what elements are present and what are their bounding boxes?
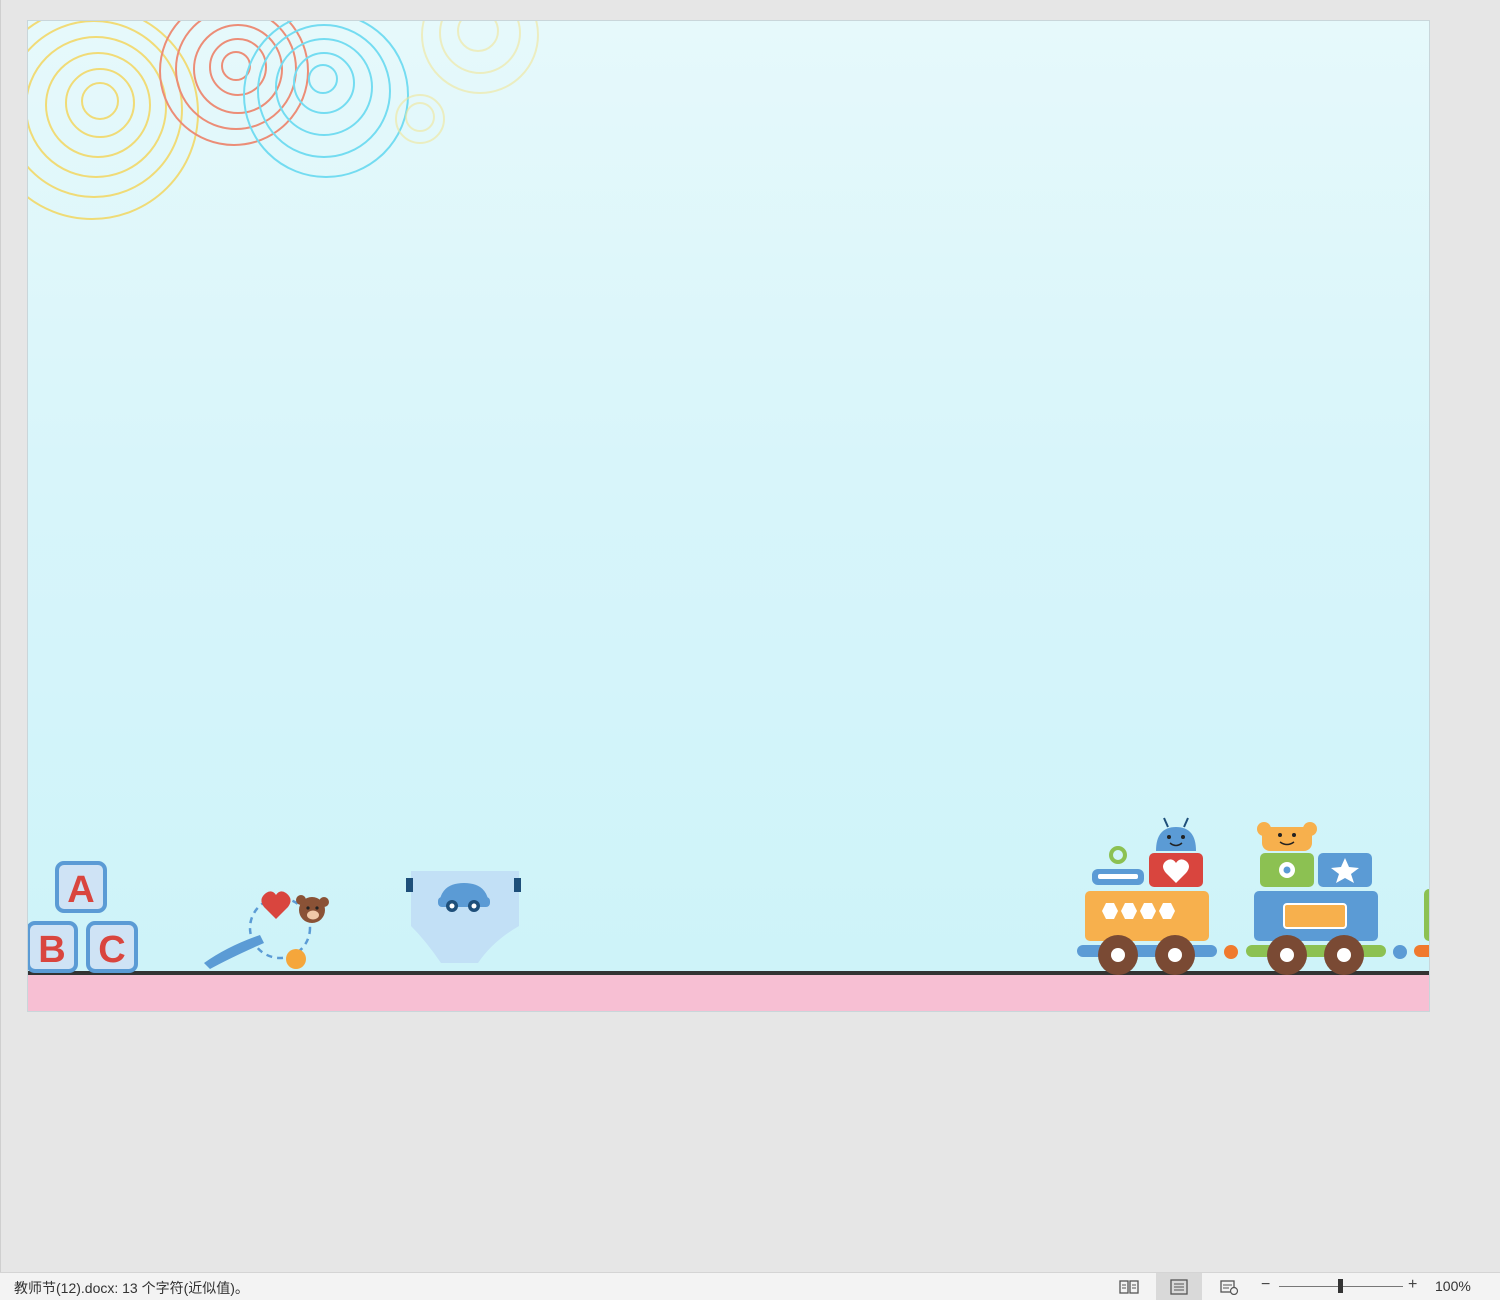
train-car-1 bbox=[1077, 817, 1238, 975]
zoom-in-button[interactable]: + bbox=[1408, 1276, 1417, 1294]
ground-strip bbox=[28, 975, 1429, 1011]
block-b: B bbox=[38, 929, 65, 971]
zoom-level[interactable]: 100% bbox=[1435, 1278, 1471, 1294]
train-car-3-partial bbox=[1414, 889, 1429, 957]
abc-blocks: A B C bbox=[28, 861, 138, 973]
page-artwork: A B C bbox=[28, 21, 1429, 1011]
word-count-status[interactable]: 教师节(12).docx: 13 个字符(近似值)。 bbox=[14, 1278, 249, 1298]
ground-line bbox=[28, 971, 1429, 975]
block-c: C bbox=[98, 929, 125, 971]
zoom-slider-thumb[interactable] bbox=[1338, 1279, 1343, 1293]
scribble-circles bbox=[28, 21, 539, 220]
print-layout-button[interactable] bbox=[1156, 1273, 1202, 1300]
print-layout-icon bbox=[1170, 1278, 1188, 1295]
web-layout-button[interactable] bbox=[1206, 1273, 1252, 1300]
read-mode-icon bbox=[1119, 1279, 1139, 1294]
read-mode-button[interactable] bbox=[1106, 1273, 1152, 1300]
block-a: A bbox=[67, 869, 94, 911]
zoom-out-button[interactable]: − bbox=[1261, 1276, 1270, 1294]
document-workspace: A B C bbox=[0, 0, 1500, 1272]
rattle-toy bbox=[204, 891, 329, 969]
document-page[interactable]: A B C bbox=[27, 20, 1430, 1012]
web-layout-icon bbox=[1220, 1279, 1239, 1295]
diaper-toy bbox=[406, 871, 521, 963]
status-bar: 教师节(12).docx: 13 个字符(近似值)。 − + 100% bbox=[0, 1272, 1500, 1300]
train-car-2 bbox=[1246, 822, 1407, 975]
